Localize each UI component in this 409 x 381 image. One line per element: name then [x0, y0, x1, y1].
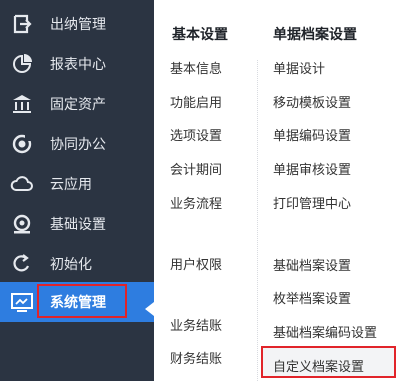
menu-item-enum-archive-settings[interactable]: 枚举档案设置	[273, 288, 351, 307]
menu-item-basic-archive-coding-settings[interactable]: 基础档案编码设置	[273, 322, 377, 341]
sidebar-item-cloud-apps[interactable]: 云应用	[0, 163, 154, 203]
menu-item-user-permissions[interactable]: 用户权限	[170, 254, 222, 273]
sidebar-item-cashier[interactable]: 出纳管理	[0, 3, 154, 43]
cashier-icon	[10, 12, 34, 36]
col-title-basic-settings: 基本设置	[172, 27, 228, 43]
sidebar-item-label: 协同办公	[50, 137, 106, 153]
menu-item-accounting-period[interactable]: 会计期间	[170, 159, 222, 178]
menu-item-basic-info[interactable]: 基本信息	[170, 58, 222, 77]
active-pointer	[145, 302, 154, 316]
menu-item-mobile-template-settings[interactable]: 移动模板设置	[273, 92, 351, 111]
collaboration-icon	[10, 132, 34, 156]
menu-item-option-settings[interactable]: 选项设置	[170, 125, 222, 144]
sidebar-item-fixed-assets[interactable]: 固定资产	[0, 83, 154, 123]
monitor-icon	[10, 291, 34, 315]
sidebar-item-label: 报表中心	[50, 57, 106, 73]
col-title-document-archive-settings: 单据档案设置	[273, 27, 357, 43]
menu-item-document-review-settings[interactable]: 单据审核设置	[273, 159, 351, 178]
refresh-icon	[10, 252, 34, 276]
column-divider	[257, 60, 258, 381]
sidebar-item-reports[interactable]: 报表中心	[0, 43, 154, 83]
sidebar-item-label: 基础设置	[50, 217, 106, 233]
active-highlight-frame	[37, 284, 127, 318]
sidebar-item-label: 固定资产	[50, 97, 106, 113]
menu-item-custom-archive-settings[interactable]: 自定义档案设置	[273, 356, 364, 375]
bank-icon	[10, 92, 34, 116]
menu-item-business-close[interactable]: 业务结账	[170, 315, 222, 334]
sidebar-item-collaboration[interactable]: 协同办公	[0, 123, 154, 163]
sidebar-item-label: 云应用	[50, 177, 92, 193]
menu-item-financial-close[interactable]: 财务结账	[170, 348, 222, 367]
menu-item-feature-enable[interactable]: 功能启用	[170, 92, 222, 111]
menu-item-business-process[interactable]: 业务流程	[170, 193, 222, 212]
sidebar-item-label: 初始化	[50, 257, 92, 273]
sidebar: 出纳管理 报表中心 固定资产 协同办公 云应用 基础设置 初始化 系统管理	[0, 0, 154, 381]
sidebar-item-label: 出纳管理	[50, 17, 106, 33]
sidebar-item-basic-settings[interactable]: 基础设置	[0, 203, 154, 243]
menu-item-document-design[interactable]: 单据设计	[273, 58, 325, 77]
menu-item-print-management-center[interactable]: 打印管理中心	[273, 193, 351, 212]
menu-item-document-coding-settings[interactable]: 单据编码设置	[273, 125, 351, 144]
sidebar-item-initialize[interactable]: 初始化	[0, 243, 154, 283]
menu-item-basic-archive-settings[interactable]: 基础档案设置	[273, 255, 351, 274]
pie-chart-icon	[10, 52, 34, 76]
cloud-icon	[10, 172, 34, 196]
settings-icon	[10, 212, 34, 236]
